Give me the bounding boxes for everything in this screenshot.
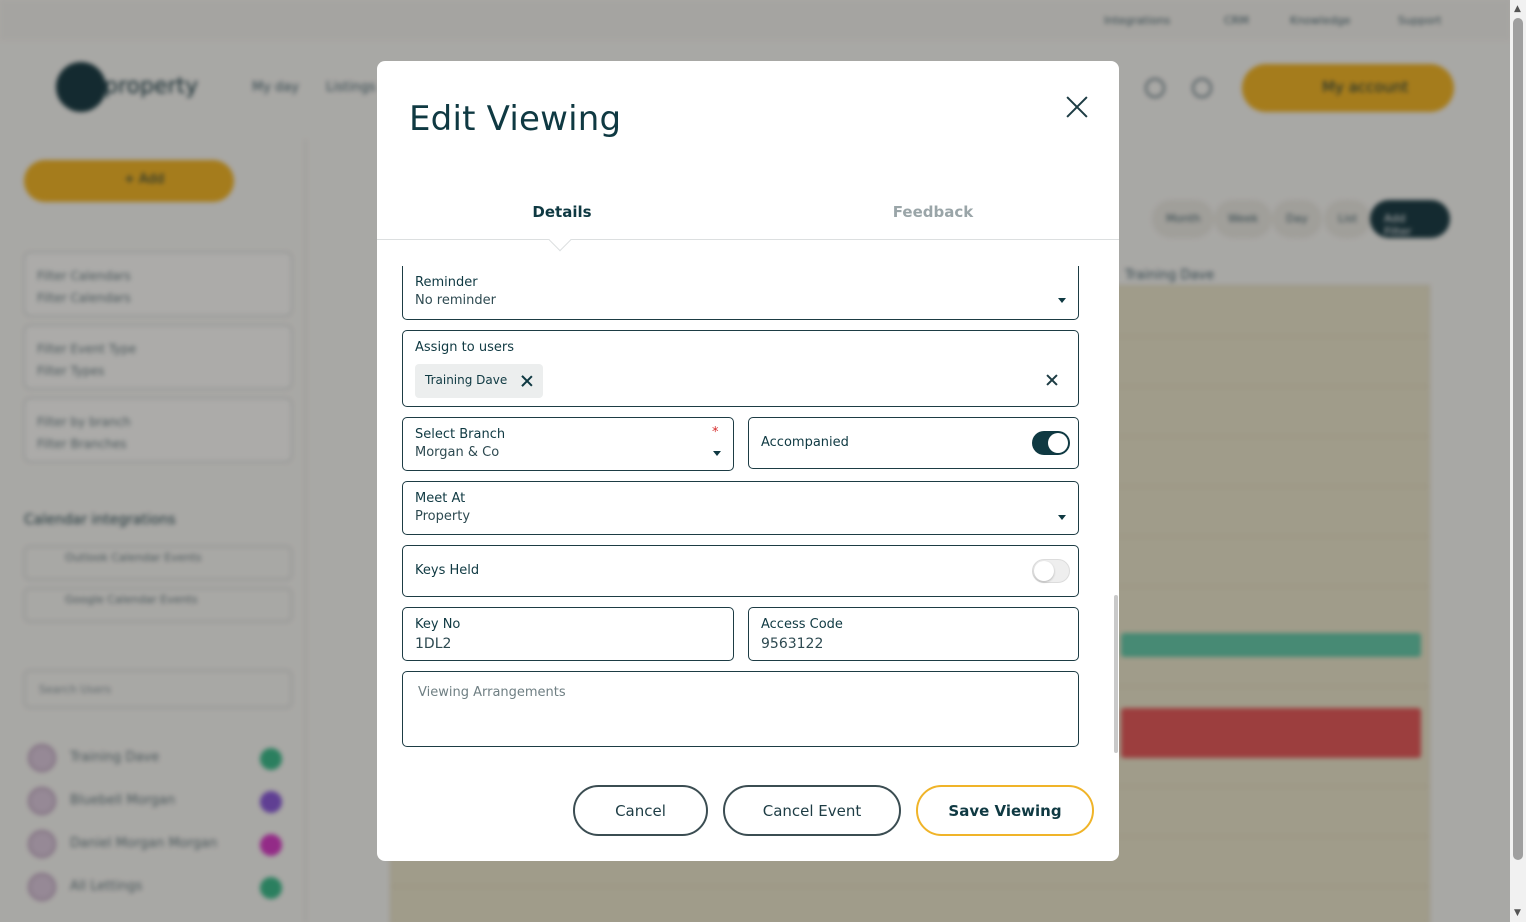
viewing-arrangements-placeholder: Viewing Arrangements — [418, 685, 566, 700]
accompanied-label: Accompanied — [761, 435, 849, 450]
assign-users-field[interactable]: Assign to users Training Dave — [402, 330, 1079, 407]
accompanied-toggle[interactable] — [1032, 431, 1070, 455]
reminder-select[interactable]: Reminder No reminder — [402, 266, 1079, 320]
scroll-up-arrow-icon[interactable]: ▲ — [1514, 4, 1521, 14]
close-icon[interactable] — [1061, 91, 1093, 123]
chevron-down-icon[interactable] — [1058, 515, 1066, 520]
key-no-value[interactable]: 1DL2 — [415, 636, 451, 652]
clear-all-icon[interactable] — [1046, 374, 1058, 386]
cancel-button[interactable]: Cancel — [573, 785, 708, 836]
window-scrollbar[interactable]: ▲ ▼ — [1510, 0, 1526, 922]
access-code-value[interactable]: 9563122 — [761, 636, 823, 652]
chevron-down-icon[interactable] — [713, 451, 721, 456]
scroll-down-arrow-icon[interactable]: ▼ — [1514, 908, 1521, 918]
meet-at-select[interactable]: Meet At Property — [402, 481, 1079, 535]
keys-held-label: Keys Held — [415, 563, 480, 578]
assign-users-label: Assign to users — [415, 340, 514, 355]
user-chip: Training Dave — [415, 364, 544, 398]
key-no-field[interactable]: Key No 1DL2 — [402, 607, 734, 661]
active-tab-indicator — [548, 228, 572, 252]
cancel-event-button[interactable]: Cancel Event — [723, 785, 901, 836]
key-no-label: Key No — [415, 617, 461, 632]
viewing-arrangements-textarea[interactable]: Viewing Arrangements — [402, 671, 1079, 747]
edit-viewing-modal: Edit Viewing Details Feedback Reminder N… — [377, 61, 1119, 861]
required-marker: * — [712, 425, 719, 440]
reminder-label: Reminder — [415, 275, 478, 290]
meet-at-value: Property — [415, 509, 471, 524]
meet-at-label: Meet At — [415, 491, 466, 506]
toggle-knob — [1048, 433, 1068, 453]
branch-label: Select Branch — [415, 427, 506, 442]
chevron-down-icon[interactable] — [1058, 298, 1066, 303]
access-code-field[interactable]: Access Code 9563122 — [748, 607, 1079, 661]
toggle-knob — [1034, 561, 1054, 581]
tab-details[interactable]: Details — [462, 203, 662, 221]
accompanied-field: Accompanied — [748, 417, 1079, 469]
tab-feedback[interactable]: Feedback — [833, 203, 1033, 221]
modal-title: Edit Viewing — [409, 99, 622, 139]
keys-held-field: Keys Held — [402, 545, 1079, 597]
save-viewing-button[interactable]: Save Viewing — [916, 785, 1094, 836]
form-scrollbar-thumb[interactable] — [1114, 595, 1118, 753]
remove-chip-icon[interactable] — [521, 375, 533, 387]
window-scrollbar-thumb[interactable] — [1513, 18, 1523, 860]
branch-value: Morgan & Co — [415, 445, 500, 460]
user-chip-label: Training Dave — [425, 373, 508, 387]
form-scrollbar[interactable] — [1113, 241, 1119, 761]
access-code-label: Access Code — [761, 617, 843, 632]
modal-tabs: Details Feedback — [377, 191, 1119, 252]
reminder-value: No reminder — [415, 293, 496, 308]
branch-select[interactable]: Select Branch * Morgan & Co — [402, 417, 734, 471]
keys-held-toggle[interactable] — [1032, 559, 1070, 583]
